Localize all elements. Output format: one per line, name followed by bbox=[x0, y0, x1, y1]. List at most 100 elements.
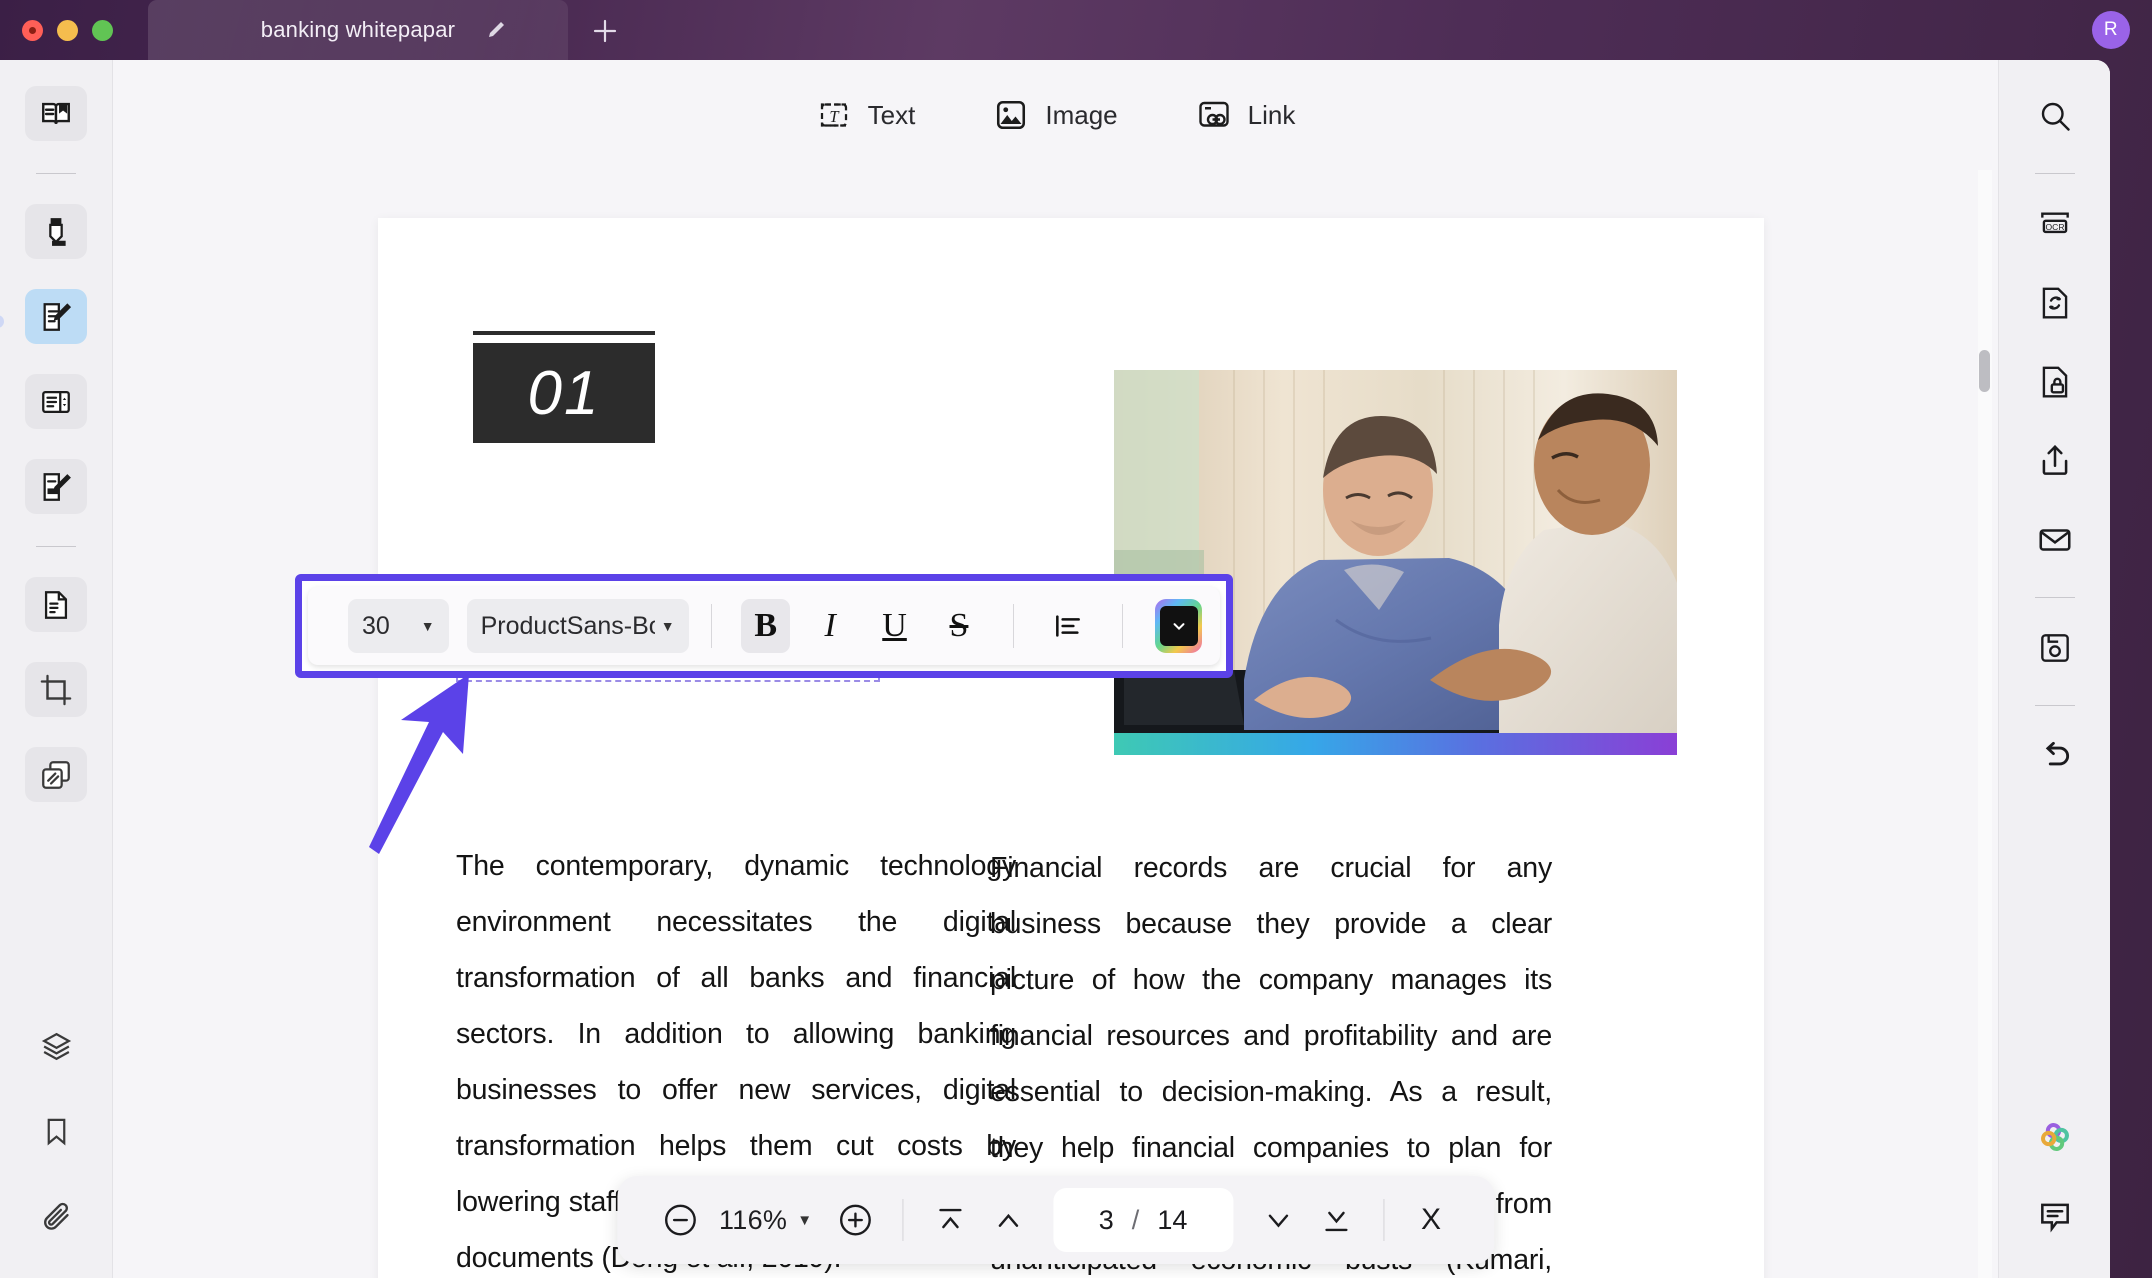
svg-text:OCR: OCR bbox=[2045, 222, 2064, 232]
chevron-down-icon bbox=[1170, 617, 1188, 635]
svg-text:T: T bbox=[829, 107, 840, 126]
total-page-count: 14 bbox=[1157, 1204, 1188, 1235]
minimize-window-button[interactable] bbox=[57, 19, 78, 41]
comments-button[interactable] bbox=[2027, 1188, 2083, 1244]
sidebar-item-reader-mode[interactable] bbox=[25, 86, 87, 141]
photo-gradient-bar bbox=[1114, 733, 1677, 755]
edit-text-icon bbox=[39, 300, 73, 334]
strikethrough-button[interactable]: S bbox=[935, 599, 983, 653]
scrollbar-track[interactable] bbox=[1978, 170, 1992, 1278]
sidebar-item-sign-tool[interactable] bbox=[25, 459, 87, 514]
document-tab-title: banking whitepapar bbox=[260, 17, 456, 42]
page-navigation-bar: 116% ▼ 3 / 14 X bbox=[616, 1176, 1495, 1264]
sidebar-item-attachments-panel[interactable] bbox=[25, 1189, 87, 1244]
form-fields-icon bbox=[39, 385, 73, 419]
ai-assistant-button[interactable] bbox=[2027, 1109, 2083, 1165]
next-page-button[interactable] bbox=[1249, 1191, 1307, 1249]
last-page-button[interactable] bbox=[1307, 1191, 1365, 1249]
reader-book-icon bbox=[39, 97, 73, 131]
maximize-window-button[interactable] bbox=[92, 19, 113, 41]
close-pagebar-button[interactable]: X bbox=[1402, 1191, 1460, 1249]
traffic-lights bbox=[0, 19, 113, 41]
text-color-button[interactable] bbox=[1155, 599, 1202, 653]
sidebar-item-layers-panel[interactable] bbox=[25, 1019, 87, 1074]
font-size-select[interactable]: 30 ▼ bbox=[348, 599, 449, 653]
italic-button[interactable]: I bbox=[806, 599, 854, 653]
minus-circle-icon bbox=[661, 1201, 699, 1239]
rename-pencil-icon[interactable] bbox=[484, 17, 510, 43]
sidebar-item-form-tool[interactable] bbox=[25, 374, 87, 429]
crop-icon bbox=[39, 673, 73, 707]
chevron-down-icon: ▼ bbox=[420, 618, 435, 634]
add-image-label: Image bbox=[1045, 99, 1118, 130]
bold-button[interactable]: B bbox=[741, 599, 790, 653]
content-toolbar: T Text Image Link bbox=[113, 60, 1998, 170]
font-family-value: ProductSans-Bol bbox=[480, 611, 655, 640]
zoom-level[interactable]: 116% bbox=[719, 1205, 787, 1236]
sidebar-item-highlight-tool[interactable] bbox=[25, 204, 87, 259]
photo-artwork bbox=[1114, 370, 1677, 755]
toolbar-divider bbox=[710, 604, 712, 648]
protect-button[interactable] bbox=[2027, 354, 2083, 410]
toolbar-divider bbox=[1013, 604, 1015, 648]
add-text-label: Text bbox=[867, 99, 916, 130]
pdf-page[interactable]: 01 The contemporary, dynamic technology … bbox=[378, 218, 1764, 1278]
email-button[interactable] bbox=[2027, 512, 2083, 568]
save-button[interactable] bbox=[2027, 620, 2083, 676]
chevron-down-icon: ▼ bbox=[660, 618, 675, 634]
document-photo[interactable] bbox=[1114, 370, 1677, 755]
page-organize-icon bbox=[39, 588, 73, 622]
undo-button[interactable] bbox=[2027, 728, 2083, 784]
font-family-select[interactable]: ProductSans-Bol ▼ bbox=[466, 599, 689, 653]
rail-separator-1 bbox=[36, 173, 76, 174]
share-button[interactable] bbox=[2027, 433, 2083, 489]
color-swatch bbox=[1159, 606, 1198, 646]
comment-icon bbox=[2036, 1197, 2074, 1235]
duplicate-pages-icon bbox=[39, 758, 73, 792]
document-viewport[interactable]: 01 The contemporary, dynamic technology … bbox=[113, 170, 1998, 1278]
prev-page-icon bbox=[991, 1203, 1025, 1237]
search-icon bbox=[2037, 98, 2073, 134]
page-separator: / bbox=[1131, 1204, 1140, 1235]
scrollbar-thumb[interactable] bbox=[1979, 350, 1990, 392]
sidebar-item-edit-text-tool[interactable] bbox=[25, 289, 87, 344]
convert-button[interactable] bbox=[2027, 275, 2083, 331]
document-tab[interactable]: banking whitepapar bbox=[148, 0, 568, 60]
app-window: banking whitepapar R T Text Image Link 0… bbox=[0, 0, 2152, 1278]
add-link-label: Link bbox=[1247, 99, 1296, 130]
text-format-toolbar-highlight: 30 ▼ ProductSans-Bol ▼ B I U S bbox=[295, 574, 1233, 678]
first-page-button[interactable] bbox=[921, 1191, 979, 1249]
sidebar-item-crop-tool[interactable] bbox=[25, 662, 87, 717]
ocr-button[interactable]: OCR bbox=[2027, 196, 2083, 252]
zoom-out-button[interactable] bbox=[651, 1191, 709, 1249]
sidebar-item-compare-tool[interactable] bbox=[25, 747, 87, 802]
protect-lock-icon bbox=[2036, 363, 2074, 401]
add-link-button[interactable]: Link bbox=[1196, 97, 1296, 133]
zoom-in-button[interactable] bbox=[826, 1191, 884, 1249]
sidebar-item-bookmarks-panel[interactable] bbox=[25, 1104, 87, 1159]
page-number-field[interactable]: 3 / 14 bbox=[1053, 1188, 1234, 1252]
text-format-toolbar: 30 ▼ ProductSans-Bol ▼ B I U S bbox=[308, 587, 1220, 665]
add-image-button[interactable]: Image bbox=[993, 97, 1118, 133]
new-tab-button[interactable] bbox=[586, 12, 624, 50]
left-toolbar bbox=[0, 60, 113, 1278]
add-text-button[interactable]: T Text bbox=[816, 97, 916, 133]
close-window-button[interactable] bbox=[22, 19, 43, 41]
prev-page-button[interactable] bbox=[979, 1191, 1037, 1249]
annotation-arrow bbox=[351, 670, 481, 860]
sidebar-item-page-tool[interactable] bbox=[25, 577, 87, 632]
mail-icon bbox=[2036, 521, 2074, 559]
main-window: T Text Image Link 01 The contemporary, d… bbox=[0, 60, 2110, 1278]
font-size-value: 30 bbox=[362, 611, 390, 640]
toolbar-divider bbox=[1122, 604, 1124, 648]
avatar-initial: R bbox=[2103, 19, 2119, 40]
search-button[interactable] bbox=[2027, 88, 2083, 144]
text-box-icon: T bbox=[816, 97, 852, 133]
pagebar-divider bbox=[902, 1199, 904, 1241]
right-rail-separator-1 bbox=[2034, 173, 2075, 174]
align-button[interactable] bbox=[1044, 599, 1092, 653]
zoom-dropdown-icon[interactable]: ▼ bbox=[797, 1212, 812, 1229]
underline-button[interactable]: U bbox=[870, 599, 918, 653]
avatar[interactable]: R bbox=[2092, 11, 2130, 49]
current-page-number: 3 bbox=[1098, 1204, 1114, 1235]
